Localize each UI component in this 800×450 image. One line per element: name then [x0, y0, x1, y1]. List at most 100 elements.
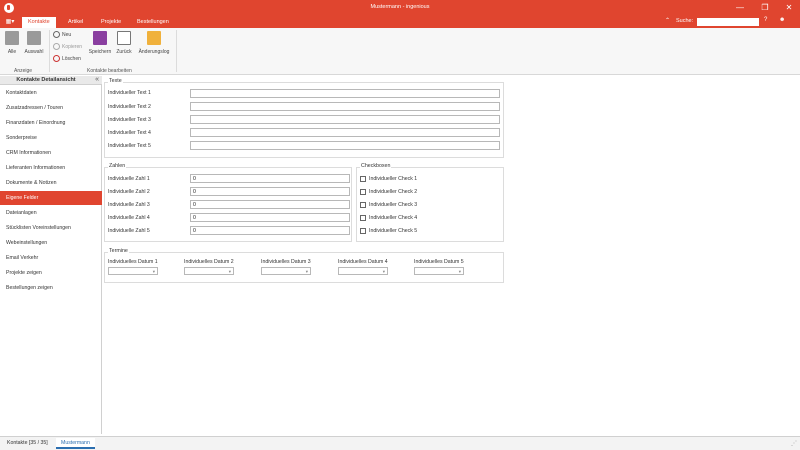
text-1-label: Individueller Text 1 [108, 90, 151, 96]
text-3-label: Individueller Text 3 [108, 117, 151, 123]
check-1-label: Individueller Check 1 [369, 176, 418, 182]
tab-projekte[interactable]: Projekte [95, 17, 127, 28]
save-icon [93, 31, 107, 45]
user-icon[interactable]: ☻ [779, 17, 785, 23]
status-tab-mustermann[interactable]: Mustermann [56, 438, 95, 449]
sidebar-item-eigene-felder[interactable]: Eigene Felder [0, 191, 102, 205]
check-3-checkbox[interactable] [360, 202, 366, 208]
delete-user-icon [53, 55, 60, 62]
text-2-input[interactable] [190, 102, 500, 111]
maximize-button[interactable]: ❐ [757, 1, 773, 15]
resize-grip-icon[interactable]: ⋰ [791, 440, 797, 447]
sidebar-item-kontaktdaten[interactable]: Kontaktdaten [0, 86, 102, 100]
sidebar-item-sonderpreise[interactable]: Sonderpreise [0, 131, 102, 145]
check-4-label: Individueller Check 4 [369, 215, 418, 221]
check-5-checkbox[interactable] [360, 228, 366, 234]
alle-button[interactable]: Alle [4, 31, 20, 55]
checkboxen-legend: Checkboxen [360, 163, 392, 169]
ribbon-separator [176, 30, 177, 72]
sidebar: Kontakte Detailansicht « Kontaktdaten Zu… [0, 76, 102, 434]
zahl-1-input[interactable] [190, 174, 350, 183]
undo-icon [117, 31, 131, 45]
aenderungslog-button[interactable]: Änderungslog [136, 31, 172, 55]
zahl-2-input[interactable] [190, 187, 350, 196]
texte-legend: Texte [108, 78, 123, 84]
zurueck-button[interactable]: Zurück [114, 31, 134, 55]
text-1-input[interactable] [190, 89, 500, 98]
chevron-down-icon: ▾ [382, 269, 385, 274]
zahlen-legend: Zahlen [108, 163, 127, 169]
minimize-button[interactable]: — [732, 1, 748, 15]
zahl-5-label: Individuelle Zahl 5 [108, 228, 150, 234]
text-5-input[interactable] [190, 141, 500, 150]
status-tab-kontakte[interactable]: Kontakte [35 / 35] [2, 438, 53, 449]
zahl-3-input[interactable] [190, 200, 350, 209]
search-input[interactable] [697, 18, 759, 26]
text-4-input[interactable] [190, 128, 500, 137]
ribbon-separator [49, 30, 50, 72]
text-3-input[interactable] [190, 115, 500, 124]
sidebar-item-dateianlagen[interactable]: Dateianlagen [0, 206, 102, 220]
speichern-button[interactable]: Speichern [88, 31, 112, 55]
window-title: Mustermann - ingenious [370, 4, 430, 10]
zahl-1-label: Individuelle Zahl 1 [108, 176, 150, 182]
text-5-label: Individueller Text 5 [108, 143, 151, 149]
title-bar: Mustermann - ingenious — ❐ ✕ [0, 0, 800, 16]
sidebar-item-crm-informationen[interactable]: CRM Informationen [0, 146, 102, 160]
check-5-label: Individueller Check 5 [369, 228, 418, 234]
sidebar-item-email-verkehr[interactable]: Email Verkehr [0, 251, 102, 265]
ribbon-tab-bar: ▦▾ Kontakte Artikel Projekte Bestellunge… [0, 16, 800, 28]
sidebar-item-webeinstellungen[interactable]: Webeinstellungen [0, 236, 102, 250]
datum-5-picker[interactable]: ▾ [414, 267, 464, 275]
auswahl-button[interactable]: Auswahl [22, 31, 46, 55]
datum-2-picker[interactable]: ▾ [184, 267, 234, 275]
help-icon[interactable]: ? [764, 17, 767, 23]
tab-kontakte[interactable]: Kontakte [22, 17, 56, 28]
grid-icon [5, 31, 19, 45]
sidebar-item-bestellungen-zeigen[interactable]: Bestellungen zeigen [0, 281, 102, 295]
tab-artikel[interactable]: Artikel [62, 17, 89, 28]
zahl-2-label: Individuelle Zahl 2 [108, 189, 150, 195]
add-user-icon [53, 31, 60, 38]
text-2-label: Individueller Text 2 [108, 104, 151, 110]
sidebar-item-finanzdaten[interactable]: Finanzdaten / Einordnung [0, 116, 102, 130]
app-menu-icon[interactable]: ▦▾ [2, 17, 18, 27]
history-log-icon [147, 31, 161, 45]
check-2-checkbox[interactable] [360, 189, 366, 195]
sidebar-item-zusatzadressen[interactable]: Zusatzadressen / Touren [0, 101, 102, 115]
datum-4-label: Individuelles Datum 4 [338, 259, 388, 265]
neu-button[interactable]: Neu [53, 31, 71, 38]
list-icon [27, 31, 41, 45]
sidebar-title: Kontakte Detailansicht [16, 77, 76, 83]
datum-3-label: Individuelles Datum 3 [261, 259, 311, 265]
sidebar-header: Kontakte Detailansicht « [0, 76, 102, 85]
ribbon: Alle Auswahl Anzeige Neu Kopieren Lösche… [0, 28, 800, 75]
close-button[interactable]: ✕ [781, 1, 797, 15]
collapse-sidebar-icon[interactable]: « [95, 76, 99, 83]
check-3-label: Individueller Check 3 [369, 202, 418, 208]
collapse-ribbon-icon[interactable]: ⌃ [665, 17, 670, 24]
status-bar: Kontakte [35 / 35] Mustermann ⋰ [0, 436, 800, 450]
kopieren-button[interactable]: Kopieren [53, 43, 82, 50]
zahl-5-input[interactable] [190, 226, 350, 235]
loeschen-button[interactable]: Löschen [53, 55, 81, 62]
zahl-4-label: Individuelle Zahl 4 [108, 215, 150, 221]
datum-3-picker[interactable]: ▾ [261, 267, 311, 275]
check-1-checkbox[interactable] [360, 176, 366, 182]
sidebar-item-projekte-zeigen[interactable]: Projekte zeigen [0, 266, 102, 280]
datum-1-picker[interactable]: ▾ [108, 267, 158, 275]
sidebar-item-lieferanten-informationen[interactable]: Lieferanten Informationen [0, 161, 102, 175]
termine-legend: Termine [108, 248, 129, 254]
sidebar-item-stuecklisten[interactable]: Stücklisten Voreinstellungen [0, 221, 102, 235]
chevron-down-icon: ▾ [152, 269, 155, 274]
chevron-down-icon: ▾ [305, 269, 308, 274]
chevron-down-icon: ▾ [228, 269, 231, 274]
sidebar-item-dokumente-notizen[interactable]: Dokumente & Notizen [0, 176, 102, 190]
zahl-4-input[interactable] [190, 213, 350, 222]
tab-bestellungen[interactable]: Bestellungen [131, 17, 175, 28]
anzeige-group-label: Anzeige [14, 68, 33, 74]
chevron-down-icon: ▾ [458, 269, 461, 274]
datum-4-picker[interactable]: ▾ [338, 267, 388, 275]
search-label: Suche: [676, 18, 694, 24]
check-4-checkbox[interactable] [360, 215, 366, 221]
